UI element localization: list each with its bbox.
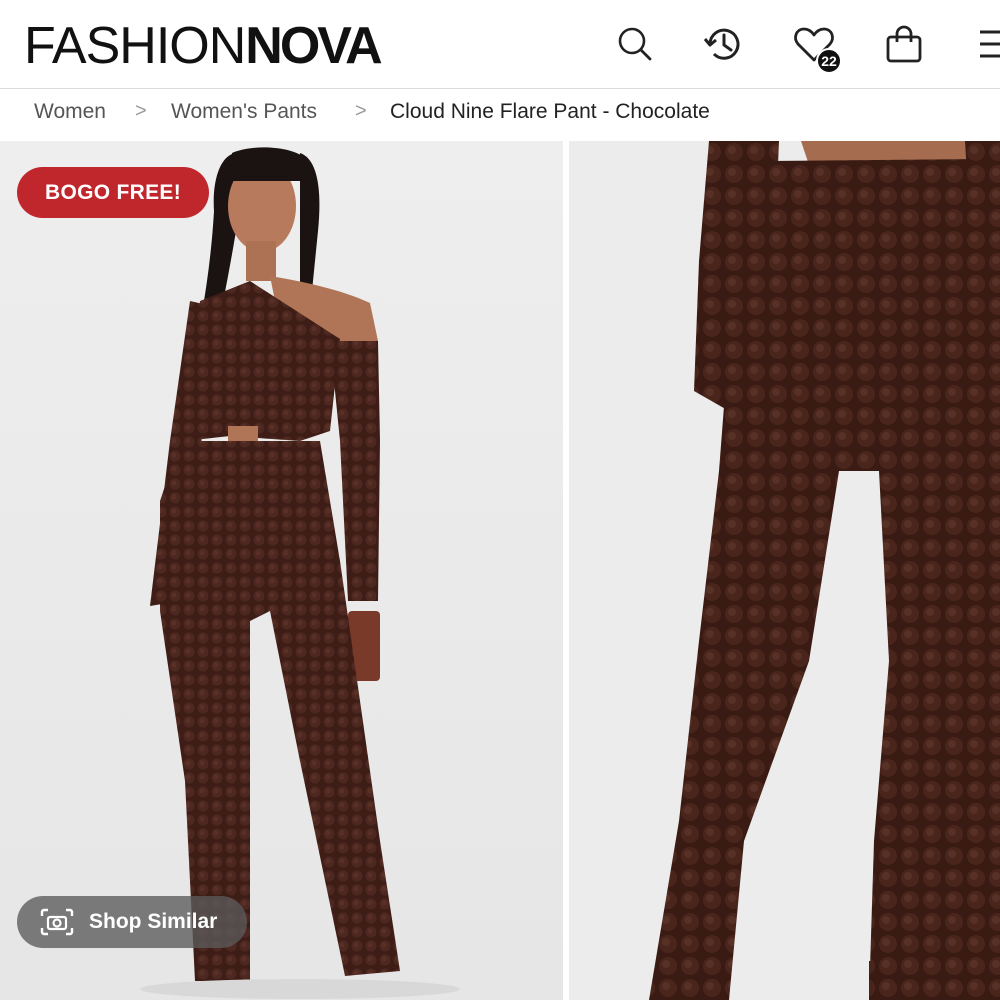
- product-image-closeup[interactable]: [569, 141, 1000, 1000]
- brand-logo[interactable]: FASHIONNOVA: [24, 17, 383, 75]
- search-icon[interactable]: [613, 22, 657, 66]
- breadcrumb-separator: >: [135, 100, 147, 122]
- shop-similar-button[interactable]: Shop Similar: [17, 896, 247, 948]
- shop-similar-label: Shop Similar: [89, 910, 218, 933]
- breadcrumb-current-product: Cloud Nine Flare Pant - Chocolate: [390, 100, 710, 123]
- wishlist-button[interactable]: 22: [792, 22, 842, 74]
- history-icon[interactable]: [702, 22, 746, 66]
- bogo-promo-badge: BOGO FREE!: [17, 167, 209, 218]
- wishlist-count-badge: 22: [816, 48, 842, 74]
- logo-bold-text: NOVA: [245, 17, 382, 75]
- camera-icon: [39, 907, 75, 937]
- breadcrumb-women[interactable]: Women: [34, 100, 106, 124]
- site-header: FASHIONNOVA 22: [0, 0, 1000, 89]
- logo-light-text: FASHION: [24, 17, 246, 75]
- menu-icon[interactable]: [972, 22, 1000, 66]
- shopping-bag-icon[interactable]: [882, 22, 926, 66]
- breadcrumb: Women > Women's Pants > Cloud Nine Flare…: [0, 89, 1000, 139]
- product-image-front[interactable]: [0, 141, 563, 1000]
- breadcrumb-womens-pants[interactable]: Women's Pants: [171, 100, 317, 124]
- breadcrumb-separator: >: [355, 100, 367, 122]
